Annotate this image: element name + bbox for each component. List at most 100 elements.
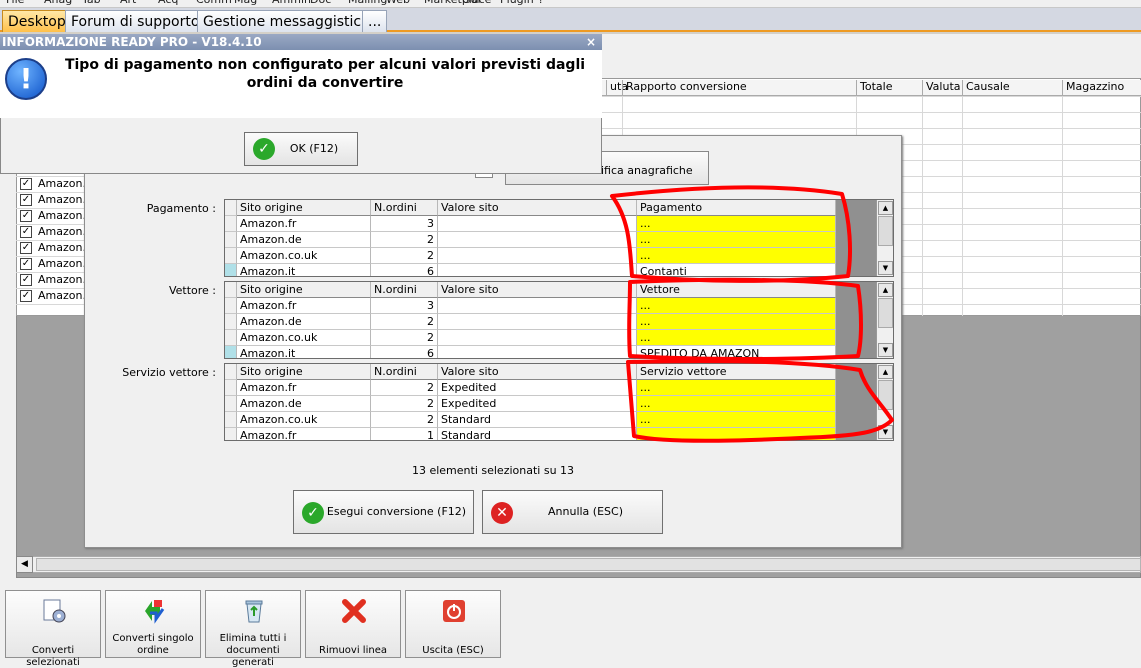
convert-selected-icon <box>43 599 66 623</box>
scroll-up-button[interactable]: ▲ <box>878 201 893 215</box>
grid-header-cell[interactable]: Valore sito <box>438 282 637 298</box>
menu-item[interactable]: Gui <box>462 0 481 6</box>
row-indicator[interactable] <box>225 216 237 232</box>
row-indicator[interactable] <box>225 380 237 396</box>
menu-item[interactable]: ? <box>538 0 544 6</box>
menu-item[interactable]: Ammin <box>272 0 311 6</box>
mapped-value-cell[interactable]: ... <box>637 314 836 330</box>
row-checkbox[interactable]: ✓ <box>20 226 32 238</box>
vertical-scrollbar[interactable]: ▲ ▼ <box>876 282 893 358</box>
row-indicator[interactable] <box>225 264 237 276</box>
row-indicator[interactable] <box>225 298 237 314</box>
mapped-value-cell[interactable]: ... <box>637 412 836 428</box>
convert-single-button[interactable]: Converti singolo ordine <box>105 590 201 658</box>
grid-header-cell[interactable]: Sito origine <box>237 200 371 216</box>
row-indicator[interactable] <box>225 396 237 412</box>
order-row[interactable]: ✓ Amazon.it <box>18 176 93 192</box>
grid-cell: 2 <box>371 412 438 428</box>
row-checkbox[interactable]: ✓ <box>20 242 32 254</box>
grid-header-cell[interactable]: Valore sito <box>438 364 637 380</box>
row-indicator[interactable] <box>225 232 237 248</box>
mapped-value-cell[interactable]: ... <box>637 396 836 412</box>
menu-item[interactable]: Tab <box>82 0 101 6</box>
row-checkbox[interactable]: ✓ <box>20 210 32 222</box>
menu-item[interactable]: Plugin <box>500 0 534 6</box>
row-checkbox[interactable]: ✓ <box>20 274 32 286</box>
mapping-grid[interactable]: Sito origine N.ordini Valore sito Servizio … <box>224 363 894 441</box>
scroll-down-button[interactable]: ▼ <box>878 425 893 439</box>
grid-header-cell[interactable]: Pagamento <box>637 200 836 216</box>
mapped-value-cell[interactable]: ... <box>637 330 836 346</box>
alert-close-button[interactable]: × <box>584 35 598 49</box>
mapped-value-cell[interactable]: ... <box>637 298 836 314</box>
mapped-value-cell[interactable]: SPEDITO DA AMAZON <box>637 346 836 358</box>
grid-header-cell[interactable]: Sito origine <box>237 282 371 298</box>
scroll-left-button[interactable]: ◀ <box>16 556 33 573</box>
cancel-button[interactable]: ✕ Annulla (ESC) <box>482 490 663 534</box>
tab-desktop[interactable]: Desktop <box>2 10 72 32</box>
row-indicator[interactable] <box>225 346 237 358</box>
tab-forum[interactable]: Forum di supporto <box>65 10 206 32</box>
scroll-down-button[interactable]: ▼ <box>878 343 893 357</box>
grid-header-cell[interactable]: Servizio vettore <box>637 364 836 380</box>
order-row[interactable]: ✓ Amazon.it <box>18 288 93 304</box>
remove-line-button[interactable]: Rimuovi linea <box>305 590 401 658</box>
tab-more[interactable]: ... <box>362 10 387 32</box>
menu-item[interactable]: Anag <box>44 0 72 6</box>
menu-item[interactable]: Acq <box>158 0 178 6</box>
menu-item[interactable]: Comm <box>196 0 232 6</box>
grid-header-cell[interactable]: N.ordini <box>371 364 438 380</box>
row-checkbox[interactable]: ✓ <box>20 290 32 302</box>
scroll-thumb[interactable] <box>878 216 893 246</box>
mapping-grid[interactable]: Sito origine N.ordini Valore sito Pagamento… <box>224 199 894 277</box>
scroll-thumb[interactable] <box>878 298 893 328</box>
mapping-grid[interactable]: Sito origine N.ordini Valore sito Vettore Am… <box>224 281 894 359</box>
row-indicator[interactable] <box>225 412 237 428</box>
row-checkbox[interactable]: ✓ <box>20 194 32 206</box>
order-row[interactable]: ✓ Amazon.it <box>18 192 93 208</box>
grid-header-cell[interactable]: N.ordini <box>371 282 438 298</box>
order-row[interactable]: ✓ Amazon.it <box>18 272 93 288</box>
mapped-value-cell[interactable]: ... <box>637 248 836 264</box>
grid-header-cell[interactable]: Valore sito <box>438 200 637 216</box>
vertical-scrollbar[interactable]: ▲ ▼ <box>876 200 893 276</box>
scroll-down-button[interactable]: ▼ <box>878 261 893 275</box>
exit-button[interactable]: Uscita (ESC) <box>405 590 501 658</box>
menu-item[interactable]: File <box>6 0 24 6</box>
menu-item[interactable]: Web <box>386 0 410 6</box>
order-row[interactable]: ✓ Amazon.c <box>18 224 92 240</box>
row-indicator[interactable] <box>225 330 237 346</box>
menu-item[interactable]: Art <box>120 0 136 6</box>
mapped-value-cell[interactable]: ... <box>637 216 836 232</box>
menu-item[interactable]: Mag <box>234 0 257 6</box>
scroll-up-button[interactable]: ▲ <box>878 365 893 379</box>
menu-item[interactable]: Mailing <box>348 0 387 6</box>
row-checkbox[interactable]: ✓ <box>20 258 32 270</box>
menu-item[interactable]: Doc <box>310 0 331 6</box>
scroll-thumb[interactable] <box>878 380 893 410</box>
row-indicator[interactable] <box>225 314 237 330</box>
order-row[interactable]: ✓ Amazon.it <box>18 256 93 272</box>
convert-single-label: Converti singolo ordine <box>112 633 194 656</box>
grid-header-cell[interactable]: N.ordini <box>371 200 438 216</box>
row-indicator[interactable] <box>225 248 237 264</box>
convert-selected-button[interactable]: Converti selezionati <box>5 590 101 668</box>
mapped-value-cell[interactable]: ... <box>637 232 836 248</box>
order-row[interactable]: ✓ Amazon.it <box>18 240 93 256</box>
tab-messaggistica[interactable]: Gestione messaggistica <box>197 10 376 32</box>
row-indicator[interactable] <box>225 428 237 440</box>
run-conversion-button[interactable]: ✓ Esegui conversione (F12) <box>293 490 474 534</box>
menu-item[interactable]: Marketplace <box>424 0 491 6</box>
delete-generated-button[interactable]: Elimina tutti i documenti generati <box>205 590 301 668</box>
order-row[interactable]: ✓ Amazon.fr <box>18 208 94 224</box>
vertical-scrollbar[interactable]: ▲ ▼ <box>876 364 893 440</box>
scroll-up-button[interactable]: ▲ <box>878 283 893 297</box>
alert-ok-button[interactable]: ✓ OK (F12) <box>244 132 358 166</box>
grid-header-cell[interactable]: Vettore <box>637 282 836 298</box>
mapped-value-cell[interactable]: ... <box>637 428 836 440</box>
mapped-value-cell[interactable]: Contanti <box>637 264 836 276</box>
row-checkbox[interactable]: ✓ <box>20 178 32 190</box>
scroll-thumb[interactable] <box>36 558 1141 571</box>
grid-header-cell[interactable]: Sito origine <box>237 364 371 380</box>
mapped-value-cell[interactable]: ... <box>637 380 836 396</box>
